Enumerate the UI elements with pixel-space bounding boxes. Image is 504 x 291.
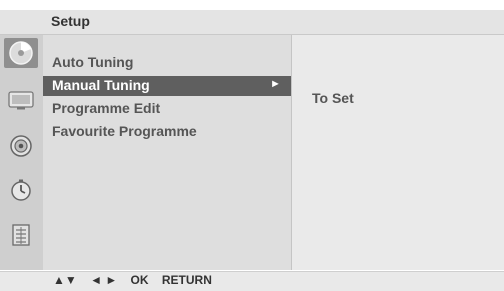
menu-item-label: Programme Edit bbox=[52, 100, 161, 116]
menu-item-label: Favourite Programme bbox=[52, 123, 197, 139]
return-key-label: RETURN bbox=[161, 273, 212, 287]
menu-header: Setup bbox=[0, 10, 504, 35]
picture-icon[interactable] bbox=[4, 85, 38, 115]
menu-item-label: Manual Tuning bbox=[52, 77, 150, 93]
submenu-value[interactable]: To Set bbox=[312, 90, 354, 106]
setup-icon[interactable] bbox=[4, 38, 38, 68]
category-sidebar bbox=[0, 35, 43, 270]
menu-item-label: Auto Tuning bbox=[52, 54, 134, 70]
menu-list: Auto Tuning Manual Tuning ► Programme Ed… bbox=[43, 35, 291, 270]
key-guide: ▲▼ ◄ ► OK RETURN bbox=[0, 271, 504, 291]
submenu-panel: To Set bbox=[291, 35, 504, 270]
ok-key-label: OK bbox=[130, 273, 149, 287]
time-icon[interactable] bbox=[4, 175, 38, 205]
menu-title: Setup bbox=[51, 13, 90, 29]
option-icon[interactable] bbox=[4, 220, 38, 250]
up-down-arrows-icon: ▲▼ bbox=[53, 273, 77, 287]
menu-item-favourite-programme[interactable]: Favourite Programme bbox=[52, 123, 197, 139]
left-right-arrows-icon: ◄ ► bbox=[90, 273, 118, 287]
menu-item-auto-tuning[interactable]: Auto Tuning bbox=[52, 54, 133, 70]
audio-icon[interactable] bbox=[4, 131, 38, 161]
menu-item-manual-tuning[interactable]: Manual Tuning ► bbox=[43, 76, 291, 96]
osd-menu: Setup Auto Tuning Manual Tuning ► Progra… bbox=[0, 10, 504, 291]
menu-item-programme-edit[interactable]: Programme Edit bbox=[52, 100, 160, 116]
arrow-right-icon: ► bbox=[270, 78, 281, 90]
